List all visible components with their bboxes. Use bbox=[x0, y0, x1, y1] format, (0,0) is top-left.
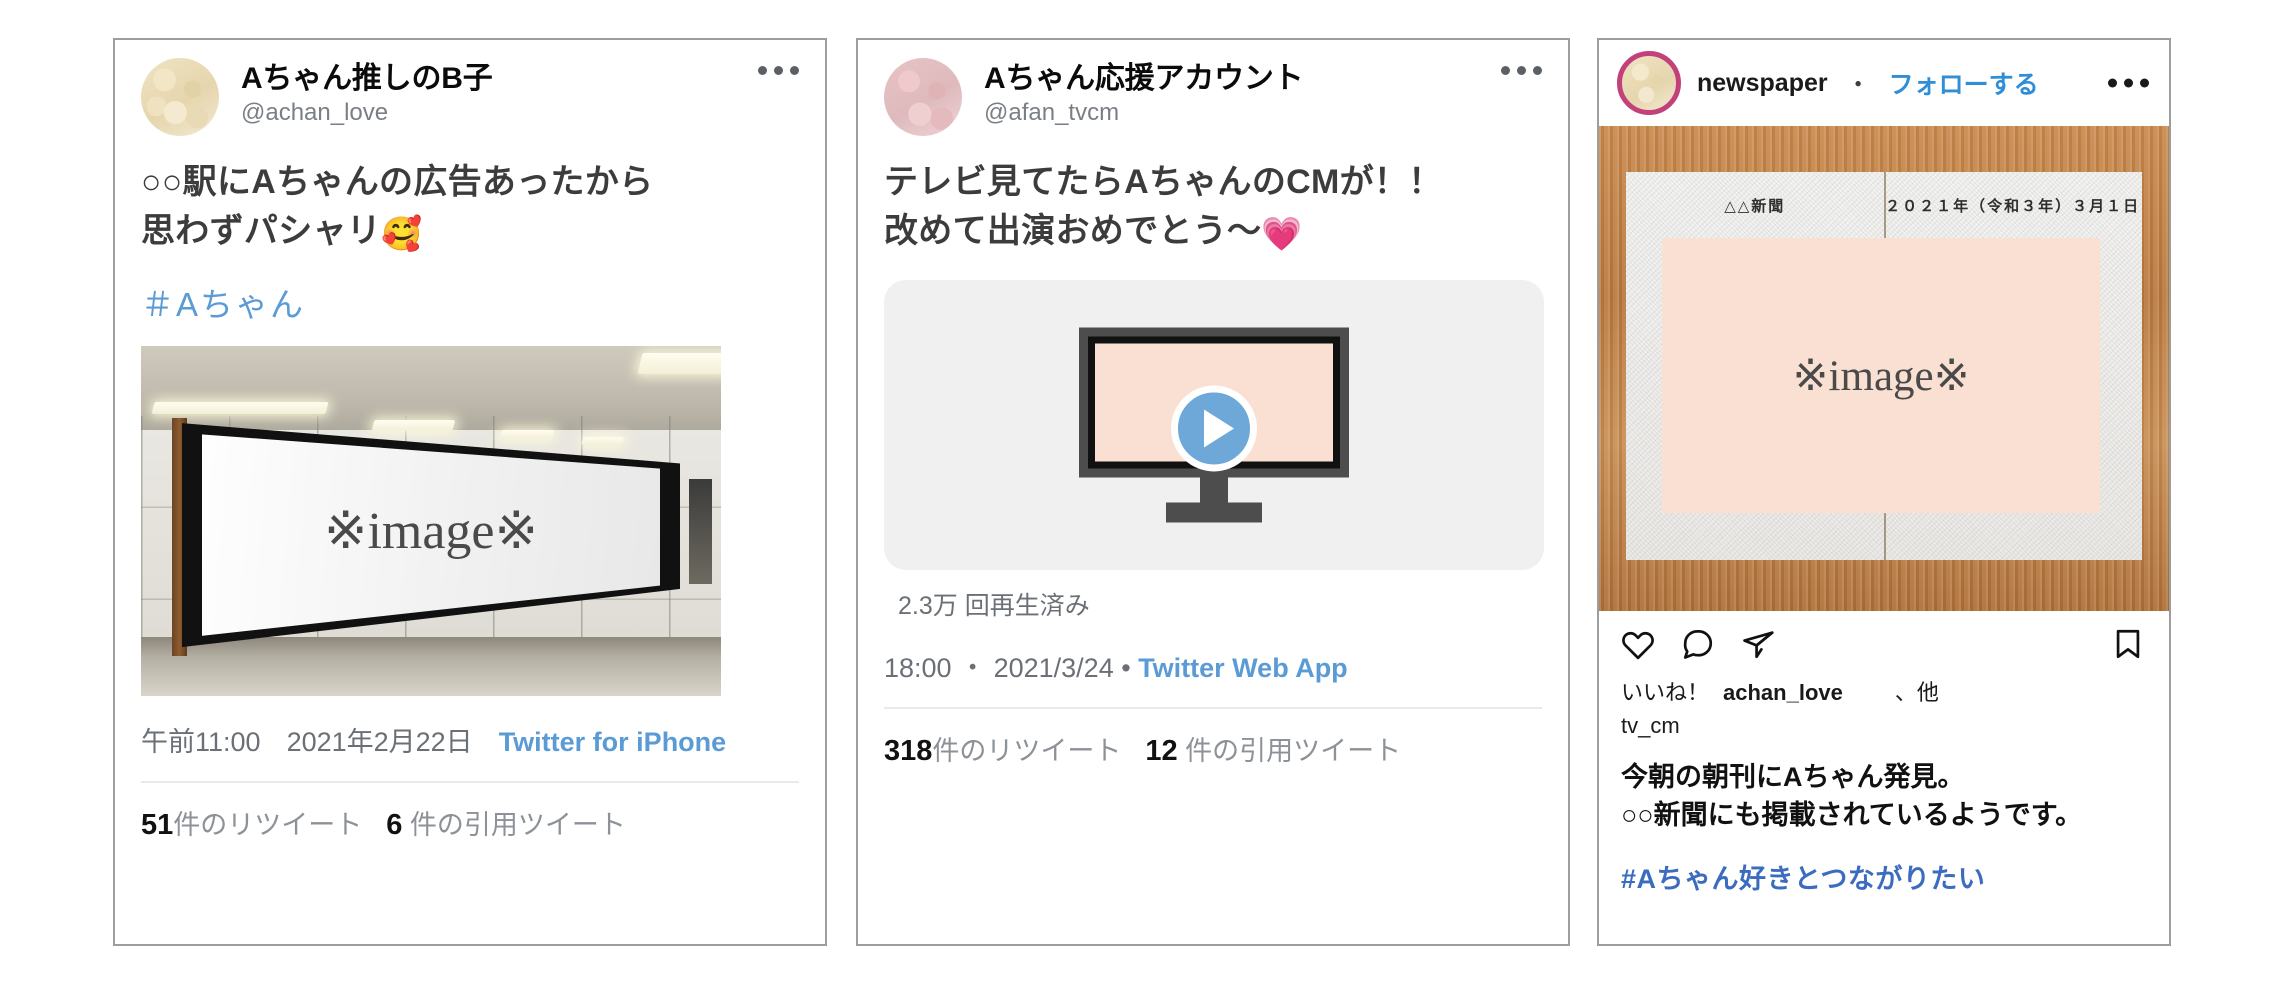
author-block: Aちゃん応援アカウント @afan_tvcm bbox=[984, 58, 1304, 126]
newspaper-on-wood-table[interactable]: △△新聞 ２０２１年（令和３年）３月１日 ※image※ bbox=[1599, 126, 2169, 611]
image-placeholder-label: ※image※ bbox=[1792, 352, 1970, 400]
newspaper-title: △△新聞 bbox=[1724, 199, 1786, 216]
tweet-media[interactable] bbox=[858, 258, 1568, 571]
more-options-icon[interactable] bbox=[758, 66, 799, 75]
tweet-source-link[interactable]: Twitter for iPhone bbox=[499, 727, 727, 758]
display-name: Aちゃん推しのB子 bbox=[241, 62, 493, 95]
separator-dot: ・ bbox=[1845, 71, 1871, 99]
tv-base bbox=[1166, 502, 1262, 523]
tweet-source-link[interactable]: Twitter Web App bbox=[1138, 653, 1348, 684]
tweet-date: 2021/3/24 bbox=[993, 653, 1114, 684]
wall-poster bbox=[689, 479, 713, 585]
newspaper-date: ２０２１年（令和３年）３月１日 bbox=[1885, 199, 2141, 216]
post-actions bbox=[1599, 611, 2169, 670]
display-name: Aちゃん応援アカウント bbox=[984, 62, 1304, 95]
tweet-text-line-1: テレビ見てたらAちゃんのCMが！！ bbox=[884, 163, 1443, 201]
heart-icon[interactable] bbox=[1621, 627, 1655, 666]
tweet-date: 2021年2月22日 bbox=[286, 727, 473, 758]
tweet-header: Aちゃん推しのB子 @achan_love bbox=[115, 40, 825, 136]
tweet-card-2[interactable]: Aちゃん応援アカウント @afan_tvcm テレビ見てたらAちゃんのCMが！！… bbox=[856, 38, 1570, 946]
tweet-text-line-2: 改めて出演おめでとう〜💗 bbox=[884, 212, 1303, 253]
liker-username-2[interactable]: tv_cm bbox=[1621, 713, 1680, 738]
quote-tweet-stat[interactable]: 12 件の引用ツイート bbox=[1145, 729, 1401, 768]
video-thumbnail[interactable] bbox=[884, 280, 1544, 571]
meta-dot-1: ・ bbox=[951, 653, 994, 684]
comment-icon[interactable] bbox=[1681, 627, 1715, 666]
avatar[interactable] bbox=[884, 58, 962, 136]
likes-line-2: tv_cm bbox=[1621, 709, 2147, 742]
tweet-card-1[interactable]: Aちゃん推しのB子 @achan_love ○○駅にAちゃんの広告あったから 思… bbox=[113, 38, 827, 946]
video-view-count: 2.3万 回再生済み bbox=[898, 592, 1090, 621]
tweet-text: ○○駅にAちゃんの広告あったから 思わずパシャリ🥰 bbox=[115, 136, 825, 258]
caption-line-2: ○○新聞にも掲載されているようです。 bbox=[1621, 800, 2083, 831]
likes-summary: いいね！ achan_love 、他 tv_cm bbox=[1599, 670, 2169, 742]
tweet-header: Aちゃん応援アカウント @afan_tvcm bbox=[858, 40, 1568, 136]
hashtag-link[interactable]: #Aちゃん好きとつながりたい bbox=[1599, 835, 2169, 896]
tweet-text: テレビ見てたらAちゃんのCMが！！ 改めて出演おめでとう〜💗 bbox=[858, 136, 1568, 258]
tweet-time: 18:00 bbox=[884, 653, 952, 684]
meta-dot-2: • bbox=[1113, 653, 1139, 684]
station-billboard-photo[interactable]: ※image※ bbox=[141, 346, 721, 697]
image-placeholder-label: ※image※ bbox=[323, 503, 539, 561]
ceiling-lamp bbox=[499, 430, 554, 440]
user-handle: @achan_love bbox=[241, 98, 389, 126]
avatar[interactable] bbox=[141, 58, 219, 136]
follow-button[interactable]: フォローする bbox=[1889, 65, 2039, 101]
hashtag-link[interactable]: ＃Aちゃん bbox=[115, 258, 825, 326]
likes-suffix: 、他 bbox=[1894, 680, 1939, 705]
newspaper-sheet: △△新聞 ２０２１年（令和３年）３月１日 ※image※ bbox=[1625, 172, 2142, 561]
caption-line-1: 今朝の朝刊にAちゃん発見。 bbox=[1621, 762, 1965, 792]
bookmark-icon[interactable] bbox=[2111, 627, 2145, 666]
likes-line-1: いいね！ achan_love 、他 bbox=[1621, 676, 2147, 709]
tweet-stats: 318件のリツイート 12 件の引用ツイート bbox=[858, 709, 1568, 768]
retweet-stat[interactable]: 318件のリツイート bbox=[884, 729, 1121, 768]
smiling-face-with-hearts-emoji: 🥰 bbox=[381, 215, 423, 253]
avatar[interactable] bbox=[1617, 51, 1681, 115]
tweet-text-line-1: ○○駅にAちゃんの広告あったから bbox=[141, 163, 654, 201]
tweet-time: 午前11:00 bbox=[141, 727, 261, 758]
likes-prefix: いいね！ bbox=[1621, 680, 1710, 705]
share-icon[interactable] bbox=[1741, 627, 1775, 666]
tweet-stats: 51件のリツイート 6 件の引用ツイート bbox=[115, 783, 825, 842]
floor bbox=[141, 636, 721, 697]
play-icon[interactable] bbox=[1171, 385, 1257, 472]
more-options-icon[interactable] bbox=[1501, 66, 1542, 75]
tweet-meta: 18:00 ・ 2021/3/24 • Twitter Web App bbox=[858, 622, 1568, 685]
tv-neck bbox=[1200, 477, 1228, 503]
user-handle: @afan_tvcm bbox=[984, 98, 1120, 126]
liker-username[interactable]: achan_love bbox=[1723, 680, 1843, 705]
ceiling-lamp bbox=[371, 419, 456, 431]
tweet-meta: 午前11:00 2021年2月22日 Twitter for iPhone bbox=[115, 696, 825, 759]
quote-tweet-stat[interactable]: 6 件の引用ツイート bbox=[386, 803, 626, 842]
instagram-post-card[interactable]: newspaper ・ フォローする △△新聞 ２０２１年（令和３年）３月１日 … bbox=[1597, 38, 2171, 946]
ceiling-lamp bbox=[580, 437, 624, 446]
sparkling-heart-emoji: 💗 bbox=[1261, 215, 1303, 253]
ceiling-lamp bbox=[637, 353, 721, 375]
retweet-stat[interactable]: 51件のリツイート bbox=[141, 803, 362, 842]
author-block: Aちゃん推しのB子 @achan_love bbox=[241, 58, 493, 126]
more-options-icon[interactable] bbox=[2108, 78, 2149, 88]
newspaper-photo-area: ※image※ bbox=[1661, 238, 2101, 514]
post-caption: 今朝の朝刊にAちゃん発見。 ○○新聞にも掲載されているようです。 bbox=[1599, 742, 2169, 835]
tweet-text-line-2: 思わずパシャリ🥰 bbox=[141, 212, 423, 253]
newspaper-masthead: △△新聞 ２０２１年（令和３年）３月１日 bbox=[1626, 195, 2142, 216]
post-header: newspaper ・ フォローする bbox=[1599, 40, 2169, 126]
ceiling-lamp bbox=[151, 402, 329, 415]
username[interactable]: newspaper bbox=[1697, 69, 1828, 98]
tweet-media[interactable]: ※image※ bbox=[115, 326, 825, 697]
play-triangle bbox=[1204, 409, 1234, 448]
